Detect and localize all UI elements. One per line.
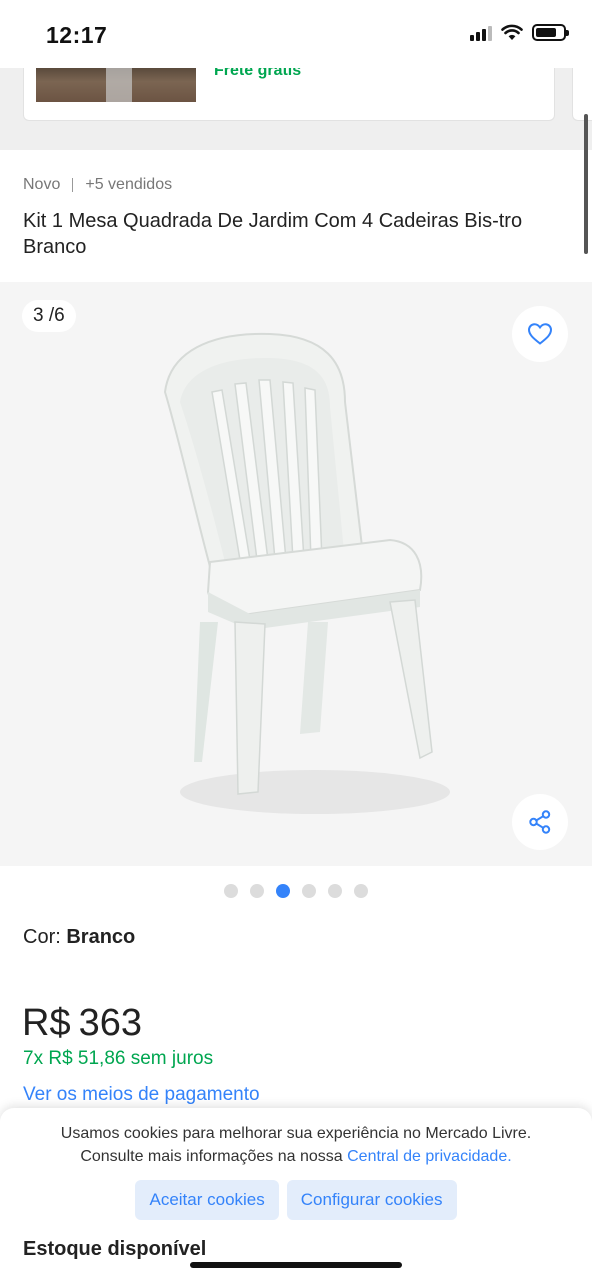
- privacy-center-link[interactable]: Central de privacidade.: [347, 1148, 512, 1165]
- accept-cookies-button[interactable]: Aceitar cookies: [135, 1180, 279, 1220]
- product-gallery[interactable]: 3 /6: [0, 282, 592, 866]
- status-bar: 12:17: [0, 0, 592, 68]
- product-title: Kit 1 Mesa Quadrada De Jardim Com 4 Cade…: [23, 210, 523, 258]
- sold-count: +5 vendidos: [85, 176, 173, 193]
- color-value: Branco: [66, 926, 136, 948]
- cookie-actions: Aceitar cookies Configurar cookies: [0, 1180, 592, 1220]
- cellular-signal-icon: [470, 25, 492, 41]
- configure-cookies-button[interactable]: Configurar cookies: [286, 1180, 457, 1220]
- home-indicator[interactable]: [190, 1262, 402, 1268]
- gallery-pagination[interactable]: [0, 884, 592, 898]
- product-header: Novo +5 vendidos Kit 1 Mesa Quadrada De …: [0, 150, 592, 282]
- cookie-message-text: Consulte mais informações na nossa: [80, 1148, 343, 1165]
- heart-icon: [527, 323, 553, 345]
- cookie-message-line2: Consulte mais informações na nossa Centr…: [0, 1145, 592, 1168]
- cookie-message-line1: Usamos cookies para melhorar sua experiê…: [60, 1125, 532, 1142]
- wifi-icon: [501, 24, 523, 40]
- status-time: 12:17: [46, 22, 108, 48]
- color-variation: Cor: Branco: [23, 926, 135, 949]
- gallery-dot[interactable]: [250, 884, 264, 898]
- image-counter: 3 /6: [22, 300, 76, 332]
- installments-info: 7x R$ 51,86 sem juros: [23, 1048, 214, 1069]
- divider: [72, 178, 74, 192]
- condition-label: Novo: [23, 176, 61, 193]
- share-icon: [529, 810, 551, 834]
- scrollbar[interactable]: [584, 114, 588, 254]
- favorite-button[interactable]: [512, 306, 568, 362]
- share-button[interactable]: [512, 794, 568, 850]
- battery-icon: [532, 24, 569, 41]
- price: R$ 363: [22, 1002, 142, 1045]
- gallery-dot[interactable]: [302, 884, 316, 898]
- gallery-dot[interactable]: [354, 884, 368, 898]
- status-icons: [470, 24, 569, 41]
- product-image-chair: [163, 332, 450, 814]
- cookie-banner: Usamos cookies para melhorar sua experiê…: [0, 1108, 592, 1280]
- color-label: Cor:: [23, 926, 61, 948]
- price-amount: 363: [78, 1002, 142, 1044]
- related-item-thumbnail: [36, 68, 196, 102]
- related-item-card[interactable]: Frete grátis: [23, 62, 555, 121]
- product-subtitle: Novo +5 vendidos: [23, 176, 172, 194]
- related-items-strip: Frete grátis: [0, 62, 592, 150]
- gallery-dot[interactable]: [224, 884, 238, 898]
- cookie-message: Usamos cookies para melhorar sua experiê…: [0, 1122, 592, 1168]
- gallery-dot[interactable]: [328, 884, 342, 898]
- stock-available-heading: Estoque disponível: [23, 1238, 207, 1260]
- related-item-card-next[interactable]: [572, 68, 592, 121]
- price-currency: R$: [22, 1002, 71, 1044]
- gallery-dot[interactable]: [276, 884, 290, 898]
- payment-methods-link[interactable]: Ver os meios de pagamento: [23, 1084, 260, 1106]
